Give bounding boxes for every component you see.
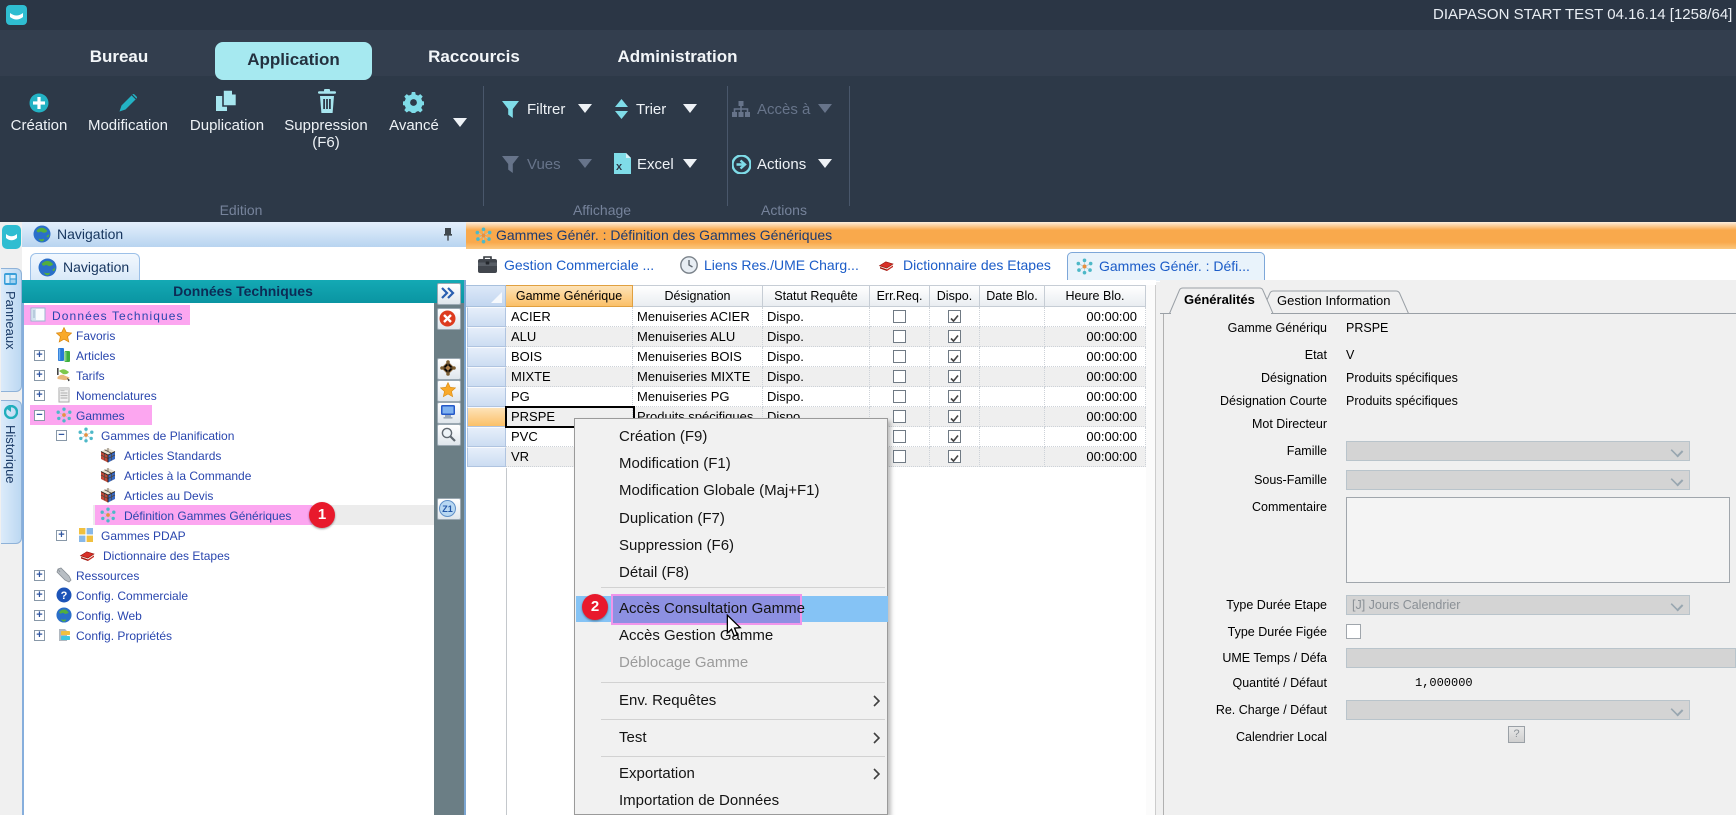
svg-text:x: x	[616, 161, 623, 173]
svg-text:Z1: Z1	[442, 504, 453, 514]
